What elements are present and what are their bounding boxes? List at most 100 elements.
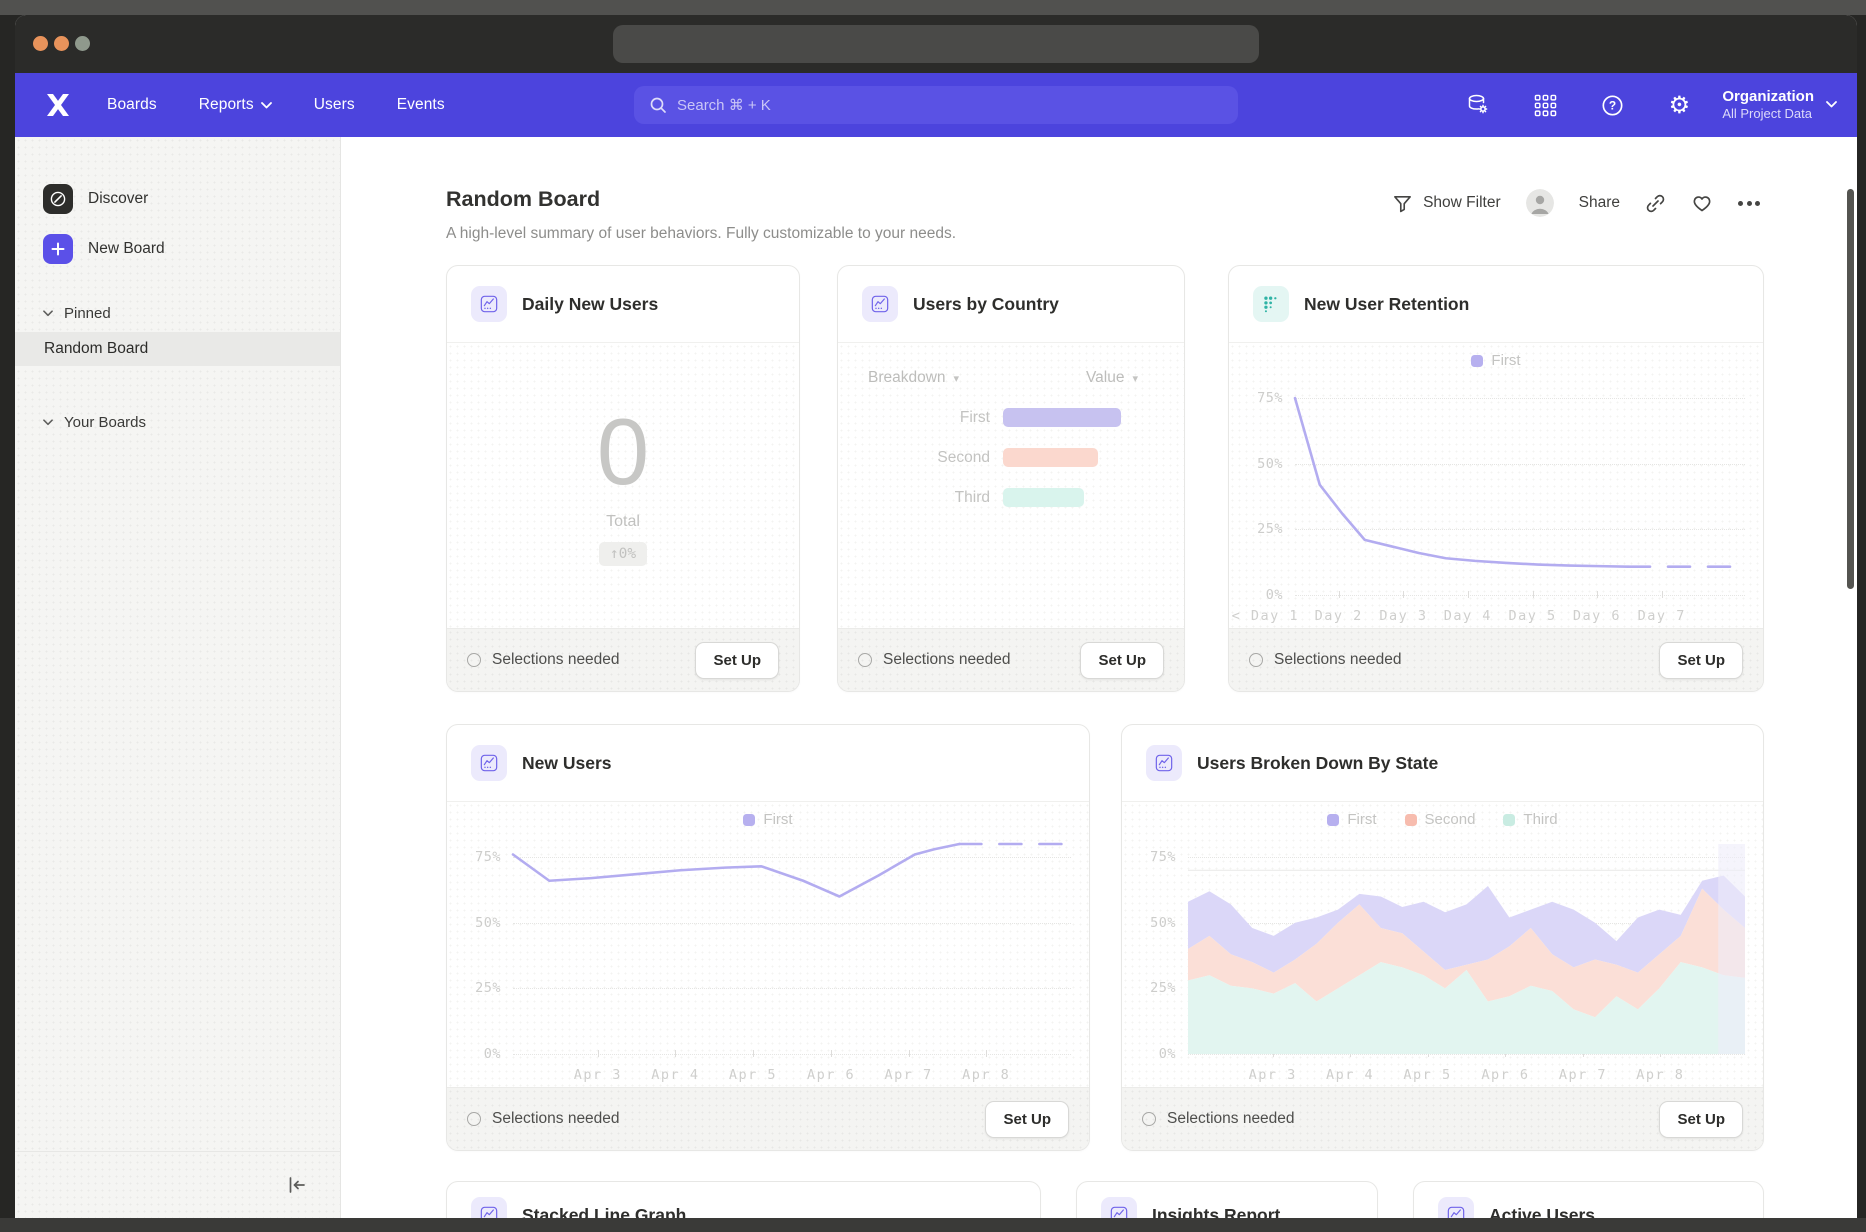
sidebar-item-discover[interactable]: Discover — [15, 181, 340, 217]
y-axis-label: 25% — [457, 980, 501, 996]
search-icon — [649, 96, 667, 114]
y-axis-label: 75% — [457, 849, 501, 865]
status-text: Selections needed — [1274, 651, 1402, 669]
set-up-button[interactable]: Set Up — [1659, 642, 1743, 679]
breakdown-row: First — [838, 408, 1184, 427]
collapse-sidebar-button[interactable] — [286, 1176, 308, 1194]
value-dropdown[interactable]: Value ▾ — [1086, 369, 1138, 387]
new-users-chart: 75%50%25%0%Apr 3Apr 4Apr 5Apr 6Apr 7Apr … — [513, 844, 1071, 1054]
card-new-user-retention: New User Retention First 75%50%25%0%< Da… — [1228, 265, 1764, 692]
more-options-icon[interactable] — [1738, 201, 1760, 206]
window-close-button[interactable] — [33, 36, 48, 51]
value-label: Value — [1086, 369, 1125, 387]
svg-text:?: ? — [1609, 98, 1616, 112]
address-bar[interactable] — [613, 25, 1259, 63]
card-header: New User Retention — [1229, 266, 1763, 343]
card-footer: Selections needed Set Up — [447, 1087, 1089, 1150]
line-chart-icon — [1438, 1197, 1474, 1218]
x-axis-label: Apr 6 — [1481, 1067, 1529, 1083]
x-axis-label: Day 5 — [1509, 608, 1557, 624]
desktop-bottom-strip — [0, 1218, 1866, 1232]
show-filter-button[interactable]: Show Filter — [1392, 193, 1501, 214]
card-row-3: Stacked Line Graph Insights Report — [446, 1181, 1764, 1218]
avatar[interactable] — [1526, 189, 1554, 217]
window-expand-button[interactable] — [75, 36, 90, 51]
legend-label: First — [763, 811, 792, 828]
status-circle-icon — [1142, 1112, 1156, 1126]
window-titlebar — [15, 15, 1857, 73]
legend-item: First — [1327, 811, 1376, 828]
favorite-heart-icon[interactable] — [1691, 193, 1713, 213]
y-axis-label: 75% — [1132, 849, 1176, 865]
legend-swatch-icon — [1471, 355, 1483, 367]
row-label: Third — [838, 489, 990, 507]
breakdown-dropdown[interactable]: Breakdown ▾ — [868, 369, 959, 387]
sidebar-item-random-board[interactable]: Random Board — [15, 332, 340, 366]
card-title: New Users — [522, 753, 612, 774]
line-chart-icon — [862, 286, 898, 322]
card-new-users: New Users First 75%50%25%0%Apr 3Apr 4Apr… — [446, 724, 1090, 1151]
status-text: Selections needed — [1167, 1110, 1295, 1128]
chevron-down-icon — [43, 419, 53, 426]
metric-value: 0 — [597, 405, 649, 499]
line-chart-icon — [471, 1197, 507, 1218]
window-minimize-button[interactable] — [54, 36, 69, 51]
page-header: Random Board A high-level summary of use… — [446, 187, 1764, 243]
set-up-button[interactable]: Set Up — [695, 642, 779, 679]
card-users-by-country: Users by Country Breakdown ▾ Value ▾ — [837, 265, 1185, 692]
share-button[interactable]: Share — [1579, 194, 1620, 212]
compass-icon — [43, 184, 73, 214]
status-circle-icon — [858, 653, 872, 667]
chart-legend: First — [447, 811, 1089, 828]
x-axis-label: Day 7 — [1638, 608, 1686, 624]
nav-item-reports[interactable]: Reports — [199, 96, 272, 114]
card-row-2: New Users First 75%50%25%0%Apr 3Apr 4Apr… — [446, 724, 1764, 1151]
data-management-icon[interactable] — [1465, 93, 1491, 117]
settings-gear-icon[interactable]: ⚙ — [1666, 93, 1692, 117]
copy-link-icon[interactable] — [1645, 193, 1666, 214]
scrollbar-thumb[interactable] — [1847, 189, 1854, 589]
line-chart-icon — [471, 745, 507, 781]
sidebar-section-pinned[interactable]: Pinned — [15, 305, 340, 322]
mixpanel-logo-icon[interactable] — [45, 93, 71, 117]
card-title: Insights Report — [1152, 1205, 1280, 1219]
sidebar-item-new-board[interactable]: New Board — [15, 231, 340, 267]
x-axis-label: Apr 3 — [574, 1067, 622, 1083]
card-stacked-line-graph: Stacked Line Graph — [446, 1181, 1041, 1218]
org-labels: Organization All Project Data — [1722, 87, 1814, 123]
card-title: Stacked Line Graph — [522, 1205, 686, 1219]
sidebar-section-your-boards[interactable]: Your Boards — [15, 414, 340, 431]
x-axis-label: Day 6 — [1573, 608, 1621, 624]
x-axis-label: Apr 8 — [1636, 1067, 1684, 1083]
set-up-button[interactable]: Set Up — [1659, 1101, 1743, 1138]
nav-item-events[interactable]: Events — [397, 96, 445, 114]
retention-chart: 75%50%25%0%< Day 1Day 2Day 3Day 4Day 5Da… — [1295, 385, 1745, 595]
nav-item-boards[interactable]: Boards — [107, 96, 157, 114]
help-icon[interactable]: ? — [1599, 93, 1625, 118]
set-up-button[interactable]: Set Up — [1080, 642, 1164, 679]
x-axis-label: Apr 7 — [1559, 1067, 1607, 1083]
primary-nav: Boards Reports Users Events — [107, 96, 445, 114]
gridline — [1188, 1054, 1745, 1055]
gridline — [513, 1054, 1071, 1055]
org-switcher[interactable]: Organization All Project Data — [1722, 87, 1837, 123]
card-body: First 75%50%25%0%Apr 3Apr 4Apr 5Apr 6Apr… — [447, 802, 1089, 1087]
legend-swatch-icon — [1503, 814, 1515, 826]
x-axis-label: Apr 5 — [1403, 1067, 1451, 1083]
y-axis-label: 50% — [1132, 915, 1176, 931]
apps-grid-icon[interactable] — [1532, 94, 1558, 117]
plus-icon — [43, 234, 73, 264]
x-axis-label: Apr 5 — [729, 1067, 777, 1083]
breakdown-row: Third — [838, 488, 1184, 507]
card-active-users: Active Users — [1413, 1181, 1764, 1218]
legend-swatch-icon — [743, 814, 755, 826]
card-footer: Selections needed Set Up — [838, 628, 1184, 691]
legend-swatch-icon — [1327, 814, 1339, 826]
nav-item-users[interactable]: Users — [314, 96, 355, 114]
card-header: Insights Report — [1077, 1182, 1377, 1218]
global-search-input[interactable]: Search ⌘ + K — [634, 86, 1238, 124]
placeholder-bar-third — [1003, 488, 1084, 507]
y-axis-label: 25% — [1239, 521, 1283, 537]
card-body: Breakdown ▾ Value ▾ First — [838, 343, 1184, 628]
set-up-button[interactable]: Set Up — [985, 1101, 1069, 1138]
